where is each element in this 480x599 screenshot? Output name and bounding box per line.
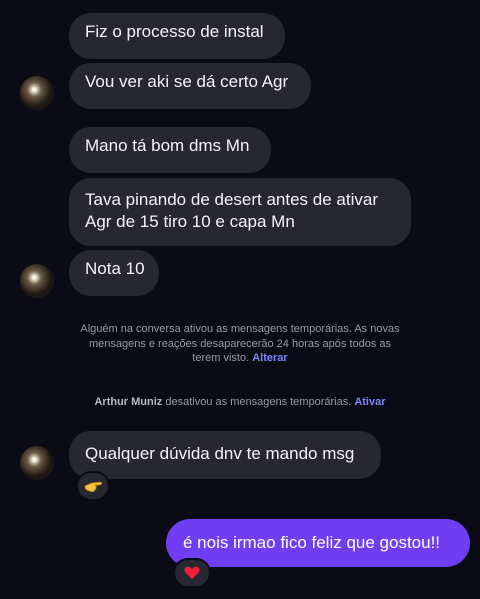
user-name[interactable]: Arthur Muniz bbox=[94, 396, 162, 408]
system-notice-disabled: Arthur Muniz desativou as mensagens temp… bbox=[40, 395, 440, 410]
message-text-line: Agr de 15 tiro 10 e capa Mn bbox=[85, 212, 295, 231]
reaction-badge[interactable] bbox=[76, 471, 110, 501]
outgoing-message-bubble[interactable]: é nois irmao fico feliz que gostou!! bbox=[166, 519, 470, 567]
message-text-line: Tava pinando de desert antes de ativar bbox=[85, 190, 378, 209]
activate-link[interactable]: Ativar bbox=[354, 396, 385, 408]
avatar[interactable] bbox=[20, 264, 54, 298]
system-notice-text: desativou as mensagens temporárias. bbox=[165, 396, 352, 408]
message-text: é nois irmao fico feliz que gostou!! bbox=[183, 533, 441, 552]
system-notice-line: Alguém na conversa ativou as mensagens t… bbox=[80, 323, 400, 335]
change-link[interactable]: Alterar bbox=[252, 352, 287, 364]
message-text: Vou ver aki se dá certo Agr bbox=[85, 72, 289, 91]
pointing-hand-icon bbox=[84, 481, 103, 493]
message-bubble[interactable]: Mano tá bom dms Mn bbox=[69, 127, 271, 173]
red-heart-icon bbox=[184, 566, 200, 580]
reaction-badge[interactable] bbox=[173, 558, 211, 588]
message-bubble[interactable]: Fiz o processo de instal bbox=[69, 13, 285, 59]
message-bubble[interactable]: Nota 10 bbox=[69, 250, 159, 296]
message-bubble[interactable]: Tava pinando de desert antes de ativar A… bbox=[69, 178, 411, 246]
message-text: Nota 10 bbox=[85, 259, 145, 278]
system-notice-temporary-messages: Alguém na conversa ativou as mensagens t… bbox=[40, 322, 440, 366]
avatar[interactable] bbox=[20, 76, 54, 110]
message-bubble[interactable]: Qualquer dúvida dnv te mando msg bbox=[69, 431, 381, 479]
message-bubble[interactable]: Vou ver aki se dá certo Agr bbox=[69, 63, 311, 109]
message-text: Fiz o processo de instal bbox=[85, 22, 264, 41]
message-text: Qualquer dúvida dnv te mando msg bbox=[85, 444, 355, 463]
avatar[interactable] bbox=[20, 446, 54, 480]
message-text: Mano tá bom dms Mn bbox=[85, 136, 250, 155]
system-notice-line: mensagens e reações desaparecerão 24 hor… bbox=[88, 337, 392, 350]
system-notice-line: terem visto. bbox=[192, 352, 250, 364]
